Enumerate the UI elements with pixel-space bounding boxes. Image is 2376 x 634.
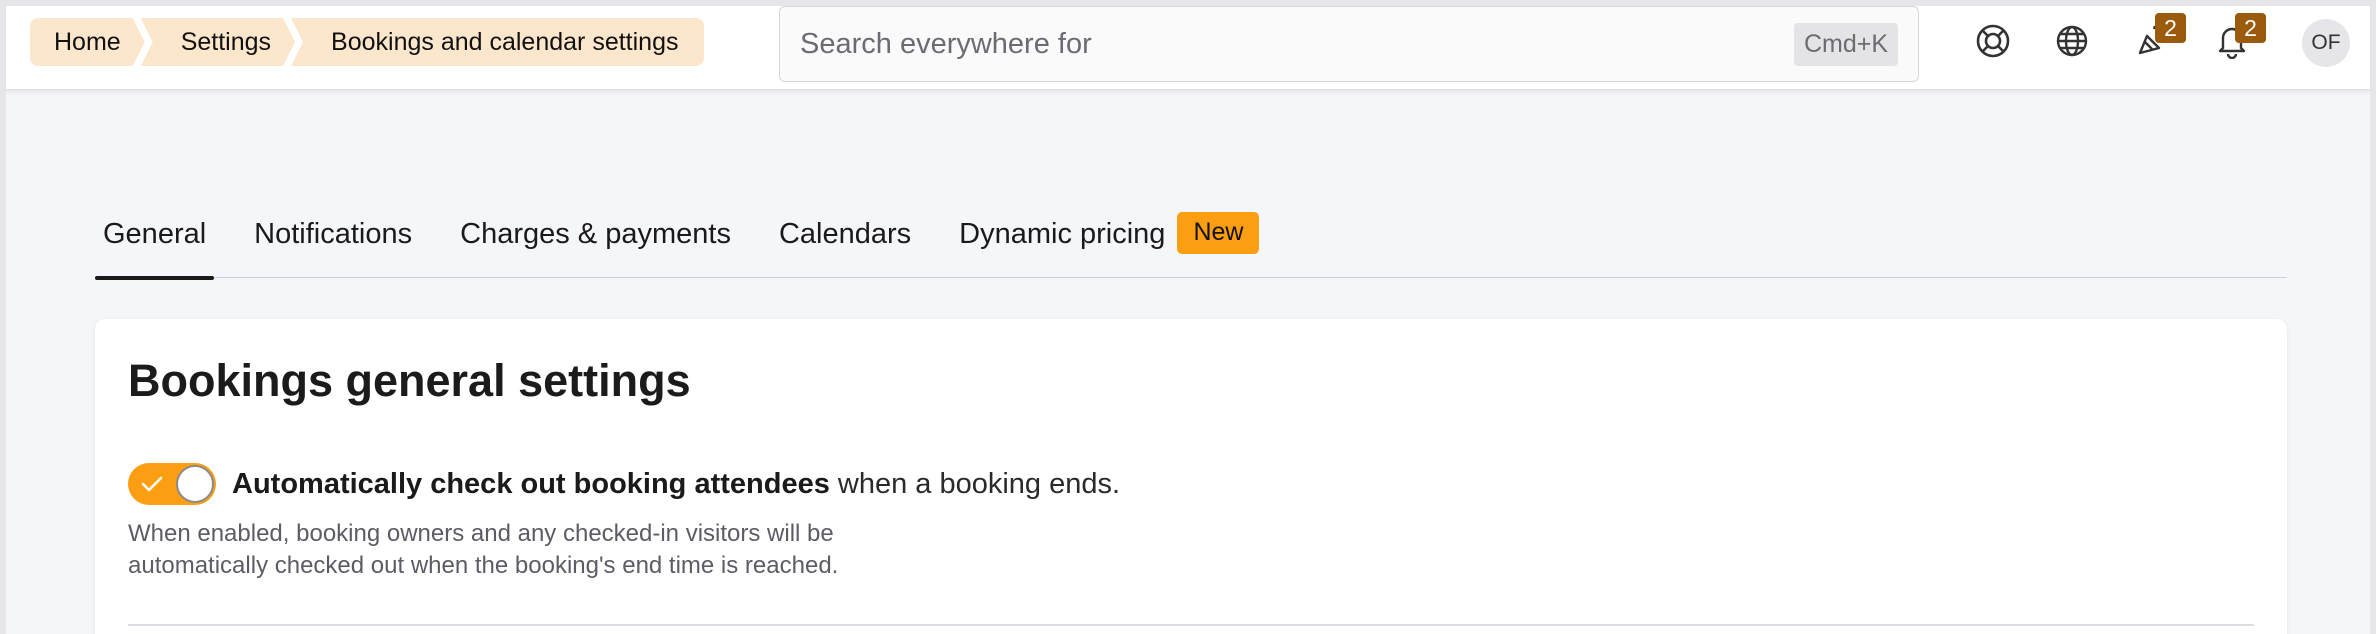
general-settings-card: Bookings general settings Automatically … [95, 319, 2287, 634]
tab-charges-payments[interactable]: Charges & payments [452, 192, 739, 278]
search-shortcut-hint: Cmd+K [1793, 22, 1898, 66]
help-line: automatically checked out when the booki… [128, 552, 839, 579]
auto-checkout-help-text: When enabled, booking owners and any che… [128, 518, 988, 582]
tab-label: General [103, 218, 207, 250]
check-icon [140, 474, 164, 499]
announcements-count-badge: 2 [2155, 13, 2186, 43]
user-avatar[interactable]: OF [2302, 19, 2350, 67]
tab-label: Charges & payments [460, 218, 731, 250]
card-title: Bookings general settings [128, 355, 691, 406]
help-line: When enabled, booking owners and any che… [128, 520, 834, 547]
tab-label: Calendars [778, 218, 912, 250]
breadcrumb: Home Settings Bookings and calendar sett… [30, 18, 705, 66]
tab-label: Dynamic pricing [959, 218, 1166, 250]
notifications-count-badge: 2 [2235, 13, 2266, 43]
announcements-button[interactable]: 2 [2131, 13, 2186, 64]
auto-checkout-label: Automatically check out booking attendee… [232, 468, 1120, 501]
breadcrumb-home[interactable]: Home [30, 18, 145, 66]
section-divider [128, 624, 2254, 626]
auto-checkout-label-bold: Automatically check out booking attendee… [232, 468, 830, 500]
globe-icon [2055, 24, 2089, 63]
tab-calendars[interactable]: Calendars [771, 192, 919, 278]
app-window: Home Settings Bookings and calendar sett… [6, 6, 2370, 634]
tab-notifications[interactable]: Notifications [246, 192, 420, 278]
breadcrumb-settings[interactable]: Settings [141, 18, 295, 66]
tab-dynamic-pricing[interactable]: Dynamic pricing New [951, 192, 1267, 278]
notifications-button[interactable]: 2 [2211, 13, 2266, 64]
lifebuoy-icon [1975, 23, 2011, 64]
search-bar[interactable]: Cmd+K [779, 6, 1919, 82]
breadcrumb-current: Bookings and calendar settings [291, 18, 705, 66]
new-badge: New [1177, 212, 1260, 254]
top-bar: Home Settings Bookings and calendar sett… [6, 6, 2370, 90]
language-button[interactable] [2051, 22, 2093, 64]
help-button[interactable] [1972, 22, 2014, 64]
settings-tabs: General Notifications Charges & payments… [95, 192, 2287, 280]
tab-label: Notifications [254, 218, 413, 250]
tab-general[interactable]: General [95, 192, 215, 280]
search-input[interactable] [800, 27, 1794, 61]
toggle-knob [176, 465, 214, 503]
auto-checkout-label-rest: when a booking ends. [829, 468, 1121, 500]
auto-checkout-toggle[interactable] [128, 463, 216, 505]
